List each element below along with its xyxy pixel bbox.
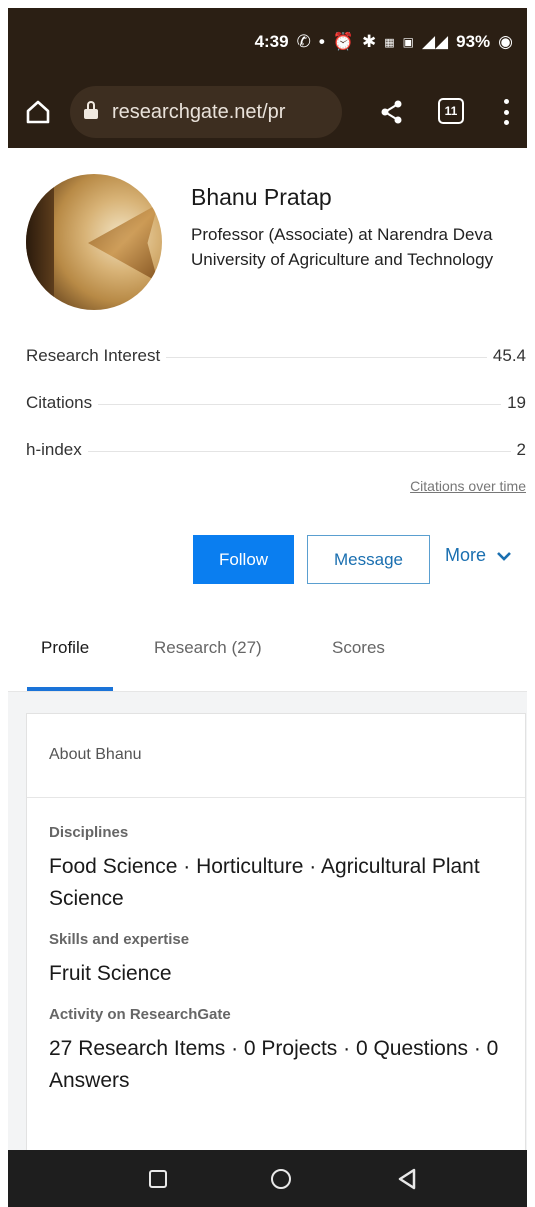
message-button[interactable]: Message: [307, 535, 430, 584]
tab-switcher-button[interactable]: 11: [438, 98, 464, 124]
profile-position: Professor (Associate) at Narendra Deva U…: [191, 225, 494, 269]
whatsapp-icon: ✆: [296, 32, 311, 51]
overflow-menu-icon[interactable]: [501, 96, 511, 128]
stat-value: 2: [510, 440, 526, 460]
chevron-down-icon: [497, 551, 511, 561]
notification-dot-icon: •: [318, 32, 325, 51]
about-card: About Bhanu Disciplines Food Science · H…: [26, 713, 526, 1173]
stat-value: 45.4: [486, 346, 526, 366]
activity-text: 27 Research Items · 0 Projects · 0 Quest…: [49, 1037, 499, 1092]
network-speed-icon: ▦: [384, 36, 395, 49]
tab-research[interactable]: Research (27): [154, 638, 262, 658]
stat-value: 19: [501, 393, 526, 413]
address-bar[interactable]: researchgate.net/pr: [70, 86, 342, 138]
status-bar: 4:39 ✆ • ⏰ ✱ ▦ ▣ ◢◢ 93% ◉: [8, 8, 527, 76]
volte-icon: ▣: [402, 35, 414, 49]
disciplines-heading: Disciplines: [49, 824, 129, 841]
phone-screen: 4:39 ✆ • ⏰ ✱ ▦ ▣ ◢◢ 93% ◉ researchgate.n…: [8, 8, 527, 1207]
system-nav-bar: [8, 1150, 527, 1207]
back-icon[interactable]: [396, 1168, 418, 1190]
about-title: About Bhanu: [27, 714, 525, 798]
tab-scores[interactable]: Scores: [332, 638, 385, 658]
home-nav-icon[interactable]: [271, 1169, 291, 1189]
stats-section: Research Interest 45.4 Citations 19 h-in…: [26, 346, 526, 494]
battery-saver-icon: ◉: [498, 32, 513, 51]
more-button[interactable]: More: [445, 545, 512, 566]
activity-heading: Activity on ResearchGate: [49, 1006, 231, 1023]
profile-tabs: Profile Research (27) Scores: [8, 618, 527, 692]
battery-percent: 93%: [456, 32, 491, 51]
recents-icon[interactable]: [149, 1170, 167, 1188]
alarm-icon: ⏰: [332, 32, 354, 51]
skills-text: Fruit Science: [49, 962, 172, 985]
citations-over-time-link[interactable]: Citations over time: [410, 478, 526, 494]
tab-profile[interactable]: Profile: [41, 638, 89, 658]
main-content: About Bhanu Disciplines Food Science · H…: [8, 692, 527, 1173]
status-time: 4:39: [254, 32, 289, 51]
stat-label: Citations: [26, 393, 99, 413]
stat-row-citations: Citations 19: [26, 393, 526, 440]
stat-label: h-index: [26, 440, 88, 460]
browser-toolbar: researchgate.net/pr 11: [8, 76, 527, 148]
disciplines-text: Food Science · Horticulture · Agricultur…: [49, 855, 480, 910]
lock-icon: [84, 101, 98, 119]
share-icon[interactable]: [378, 98, 406, 126]
bluetooth-icon: ✱: [361, 32, 377, 51]
home-icon[interactable]: [20, 94, 56, 130]
profile-name: Bhanu Pratap: [191, 184, 332, 210]
stat-label: Research Interest: [26, 346, 167, 366]
signal-icon: ◢◢: [421, 32, 449, 51]
stat-row-research-interest: Research Interest 45.4: [26, 346, 526, 393]
url-text: researchgate.net/pr: [112, 100, 286, 123]
avatar: [26, 174, 162, 310]
skills-heading: Skills and expertise: [49, 931, 190, 948]
more-label: More: [445, 545, 487, 565]
follow-button[interactable]: Follow: [193, 535, 294, 584]
active-tab-indicator: [27, 687, 113, 691]
